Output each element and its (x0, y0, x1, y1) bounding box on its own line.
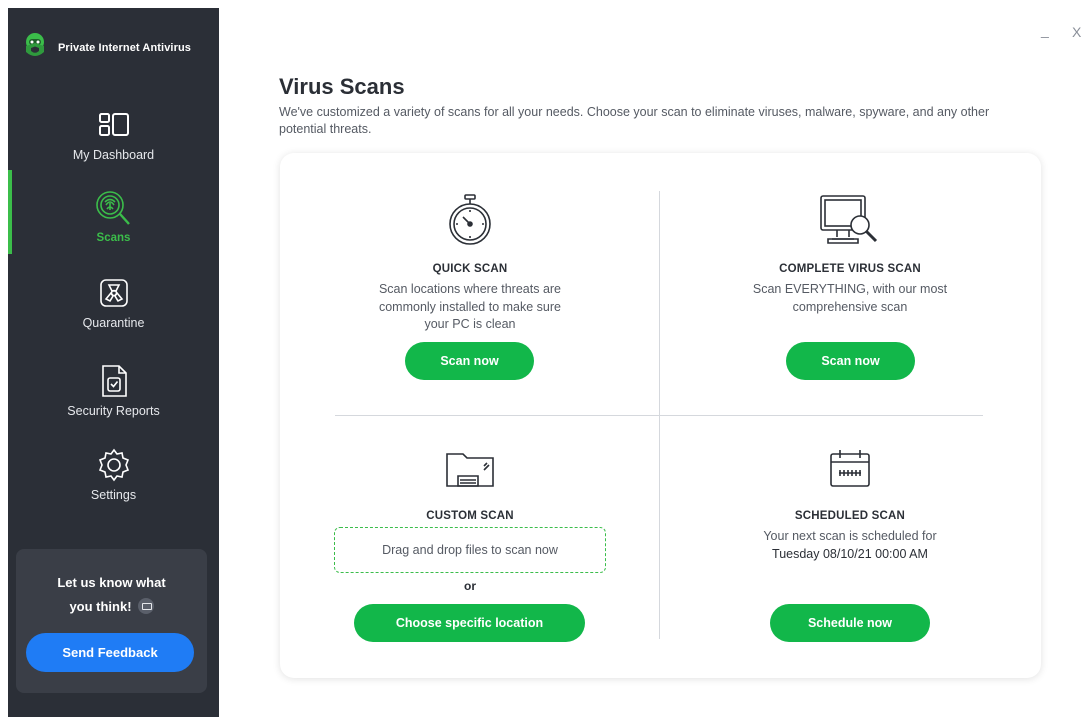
scheduled-scan-title: SCHEDULED SCAN (794, 510, 906, 522)
feedback-prompt: Let us know what you think! (16, 571, 207, 619)
quick-scan-title: QUICK SCAN (432, 263, 508, 275)
sidebar: Private Internet Antivirus My Dashboard … (8, 8, 219, 717)
scheduled-scan-section: SCHEDULED SCAN Your next scan is schedul… (660, 440, 1040, 563)
dashboard-icon (97, 108, 131, 142)
quick-scan-button[interactable]: Scan now (405, 342, 534, 380)
complete-scan-section: COMPLETE VIRUS SCAN Scan EVERYTHING, wit… (660, 193, 1040, 316)
close-button[interactable]: X (1072, 24, 1081, 40)
feedback-line-1: Let us know what (57, 575, 166, 590)
sidebar-item-label: Quarantine (82, 316, 145, 330)
next-scan-datetime: Tuesday 08/10/21 00:00 AM (772, 546, 928, 561)
brand: Private Internet Antivirus (20, 30, 191, 65)
biohazard-icon (98, 276, 130, 310)
divider-horizontal (335, 415, 983, 416)
pia-logo-icon (20, 30, 50, 65)
scans-card: QUICK SCAN Scan locations where threats … (280, 153, 1041, 678)
drop-zone[interactable]: Drag and drop files to scan now (334, 527, 606, 573)
quick-scan-section: QUICK SCAN Scan locations where threats … (280, 193, 660, 334)
or-separator: or (464, 579, 476, 593)
gear-icon (96, 448, 132, 482)
chat-icon (137, 598, 154, 614)
custom-scan-section: CUSTOM SCAN (280, 440, 660, 522)
sidebar-item-settings[interactable]: Settings (8, 448, 219, 502)
sidebar-item-dashboard[interactable]: My Dashboard (8, 108, 219, 162)
folder-icon (444, 440, 496, 496)
feedback-card: Let us know what you think! Send Feedbac… (16, 549, 207, 693)
calendar-icon (827, 440, 873, 496)
minimize-button[interactable]: _ (1041, 22, 1049, 38)
complete-scan-description: Scan EVERYTHING, with our most comprehen… (752, 282, 948, 314)
sidebar-item-label: My Dashboard (72, 148, 155, 162)
computer-magnifier-icon (818, 193, 882, 249)
brand-name: Private Internet Antivirus (58, 41, 192, 54)
quick-scan-description: Scan locations where threats are commonl… (378, 282, 562, 331)
stopwatch-icon (445, 193, 495, 249)
custom-scan-title: CUSTOM SCAN (426, 510, 514, 522)
feedback-line-2: you think! (69, 599, 132, 614)
sidebar-item-security-reports[interactable]: Security Reports (8, 364, 219, 418)
report-icon (99, 364, 129, 398)
sidebar-item-label: Scans (96, 232, 131, 244)
fingerprint-scan-icon (94, 191, 134, 226)
sidebar-item-scans[interactable]: Scans (8, 191, 219, 244)
send-feedback-button[interactable]: Send Feedback (26, 633, 194, 672)
page-title: Virus Scans (279, 74, 405, 99)
complete-scan-button[interactable]: Scan now (786, 342, 915, 380)
sidebar-item-label: Security Reports (67, 404, 160, 418)
scheduled-scan-description: Your next scan is scheduled for Tuesday … (763, 528, 936, 563)
page-description: We've customized a variety of scans for … (279, 105, 990, 136)
complete-scan-title: COMPLETE VIRUS SCAN (779, 263, 921, 275)
sidebar-item-label: Settings (90, 488, 137, 502)
choose-location-button[interactable]: Choose specific location (354, 604, 585, 642)
sidebar-item-quarantine[interactable]: Quarantine (8, 276, 219, 330)
schedule-now-button[interactable]: Schedule now (770, 604, 930, 642)
